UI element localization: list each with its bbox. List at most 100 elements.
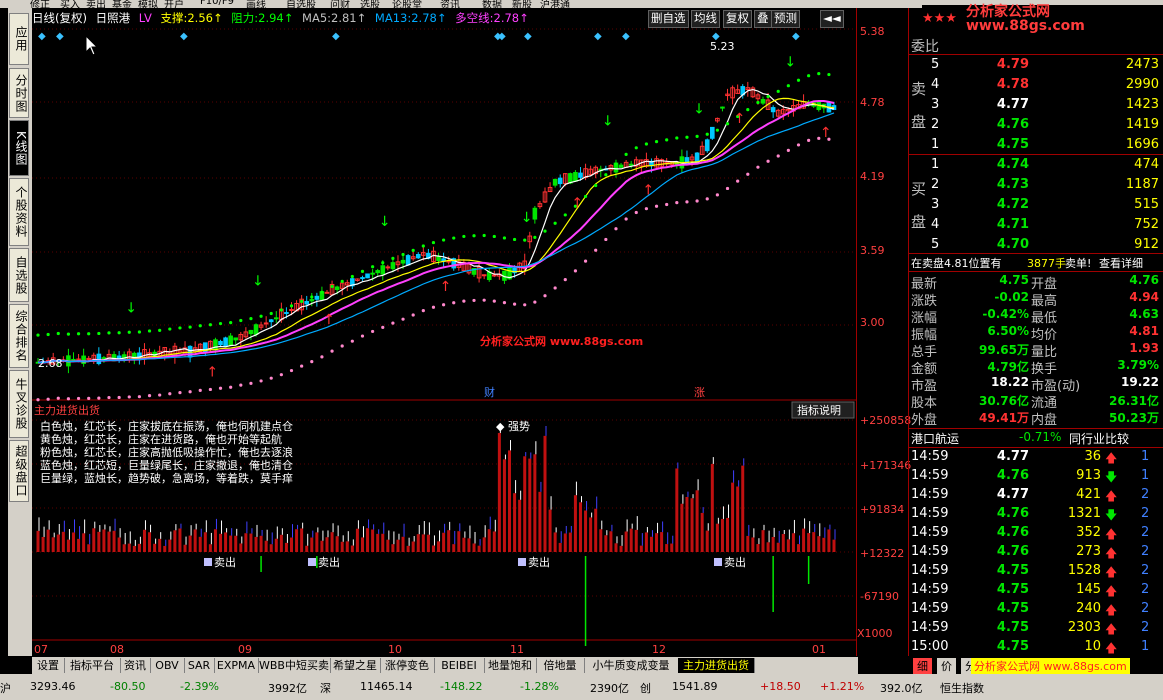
indicator-bar [720, 518, 724, 552]
indicator-tab[interactable]: 涨停变色 [380, 658, 435, 673]
indicator-tab[interactable]: 设置 [32, 658, 65, 673]
indicator-bar [391, 544, 395, 552]
ask-volume: 2473 [1125, 57, 1159, 72]
tick-count: 1 [1141, 639, 1150, 654]
side-tab[interactable]: 个股资料 [9, 178, 29, 246]
indicator-explain-button[interactable]: 指标说明 [791, 401, 855, 419]
support-dot [492, 299, 496, 303]
indicator-bar [239, 543, 243, 552]
candle-body [436, 256, 441, 262]
indicator-tab[interactable]: 小牛质变成变量 [584, 658, 679, 673]
side-tab[interactable]: 自选股 [9, 248, 29, 302]
sell-marker-icon [714, 558, 722, 566]
quote-tab[interactable]: 细 [913, 658, 932, 674]
tick-count: 2 [1141, 506, 1150, 521]
support-dot [350, 339, 354, 343]
bid-level: 4 [931, 217, 940, 232]
indicator-tab[interactable]: EXPMA [214, 658, 259, 673]
indicator-tab[interactable]: BEIBEI [434, 658, 485, 673]
side-tab[interactable]: 超级盘口 [9, 440, 29, 502]
stat-value: -0.02 [994, 290, 1029, 304]
tick-volume: 2303 [1067, 620, 1101, 635]
resist-dot [178, 326, 182, 330]
resist-dot [533, 235, 537, 240]
candle-body [400, 259, 406, 264]
status-item: -148.22 [440, 680, 483, 693]
diamond-icon: ◆ [332, 31, 340, 42]
sell-label: 卖 [911, 80, 927, 98]
resist-dot [796, 78, 801, 82]
resist-dot [188, 325, 192, 329]
indicator-bar [102, 529, 106, 552]
stat-value: 4.63 [1129, 307, 1159, 321]
tick-price: 4.76 [996, 506, 1029, 521]
status-item: 11465.14 [360, 680, 413, 693]
support-dot [756, 165, 760, 169]
bid-volume: 1187 [1125, 177, 1159, 192]
resist-dot [168, 327, 172, 331]
quote-tab[interactable]: 价 [937, 658, 956, 674]
support-dot [300, 364, 304, 368]
indicator-bar [305, 545, 309, 552]
resist-dot [776, 89, 780, 93]
tick-volume: 145 [1076, 582, 1101, 597]
indicator-tab[interactable]: 希望之星 [330, 658, 381, 673]
candle-body [578, 172, 583, 178]
bid-price: 4.74 [996, 157, 1029, 172]
stat-value: 3.79% [1117, 358, 1159, 372]
indicator-bar [776, 542, 780, 552]
indicator-tab[interactable]: SAR [184, 658, 215, 673]
indicator-tab[interactable]: 主力进货出货 [678, 658, 755, 673]
indicator-bar [163, 545, 167, 552]
indicator-tab[interactable]: 指标平台 [64, 658, 121, 673]
indicator-bar [87, 544, 91, 552]
indicator-bar [558, 542, 562, 552]
indicator-bar [736, 486, 740, 552]
support-dot [249, 381, 253, 385]
status-item: +1.21% [820, 680, 865, 693]
candle-body [324, 291, 330, 294]
menu-item[interactable]: F10/F9 [200, 0, 234, 7]
indicator-bar [700, 512, 704, 552]
diamond-icon: ◆ [180, 31, 188, 42]
limit-up-marker: 涨 [694, 386, 705, 399]
side-tab[interactable]: 综合排名 [9, 304, 29, 368]
stat-value: 99.65万 [979, 343, 1029, 357]
indicator-tab[interactable]: WBB中短买卖 [258, 658, 331, 673]
support-dot [462, 299, 466, 303]
resist-dot [492, 234, 496, 239]
resist-dot [715, 128, 719, 132]
indicator-bar [284, 542, 288, 552]
price-axis: 5.38 4.78 4.19 3.59 3.00 +250858 +171346 +91834… [856, 8, 911, 656]
side-tab[interactable]: K线图 [9, 120, 29, 176]
ask-price: 4.78 [996, 77, 1029, 92]
indicator-bar [624, 531, 628, 552]
indicator-tab[interactable]: 资讯 [120, 658, 151, 673]
side-tab[interactable]: 应用 [9, 13, 29, 65]
order-notice-volume: 3877手 [1027, 257, 1066, 270]
ask-level: 2 [931, 117, 940, 132]
side-tab[interactable]: 牛叉诊股 [9, 370, 29, 438]
indicator-bar [300, 528, 304, 552]
up-arrow-icon: 🡅 [1105, 489, 1118, 503]
kline-chart[interactable]: ↓↑↓↑↓↑↓↑↓↑↓↑↓↑◆ ◆ ◆ ◆ ◆◆ ◆ ◆ ◆ ◆ ◆5.232.68财 涨分析家公式… [32, 8, 856, 656]
indicator-bar [269, 544, 273, 552]
indicator-tab[interactable]: 地量饱和 [484, 658, 537, 673]
down-arrow-icon: 🡇 [1105, 508, 1118, 522]
support-dot [786, 148, 790, 152]
up-arrow-icon: 🡅 [1105, 565, 1118, 579]
side-tab[interactable]: 分时图 [9, 68, 29, 118]
peer-compare-button[interactable]: 同行业比较 [1069, 430, 1129, 447]
support-dot [705, 197, 709, 201]
sell-label: 卖出 [214, 555, 236, 569]
resist-dot [381, 261, 385, 265]
indicator-bar [771, 537, 775, 552]
indicator-tab[interactable]: OBV [150, 658, 185, 673]
view-detail-link[interactable]: 查看详细 [1099, 255, 1143, 271]
indicator-tab[interactable]: 倍地量 [536, 658, 585, 673]
resist-dot [685, 135, 689, 139]
support-dot [36, 398, 40, 402]
candle-body [481, 274, 487, 277]
tick-count: 2 [1141, 544, 1150, 559]
indicator-bar [715, 523, 719, 552]
